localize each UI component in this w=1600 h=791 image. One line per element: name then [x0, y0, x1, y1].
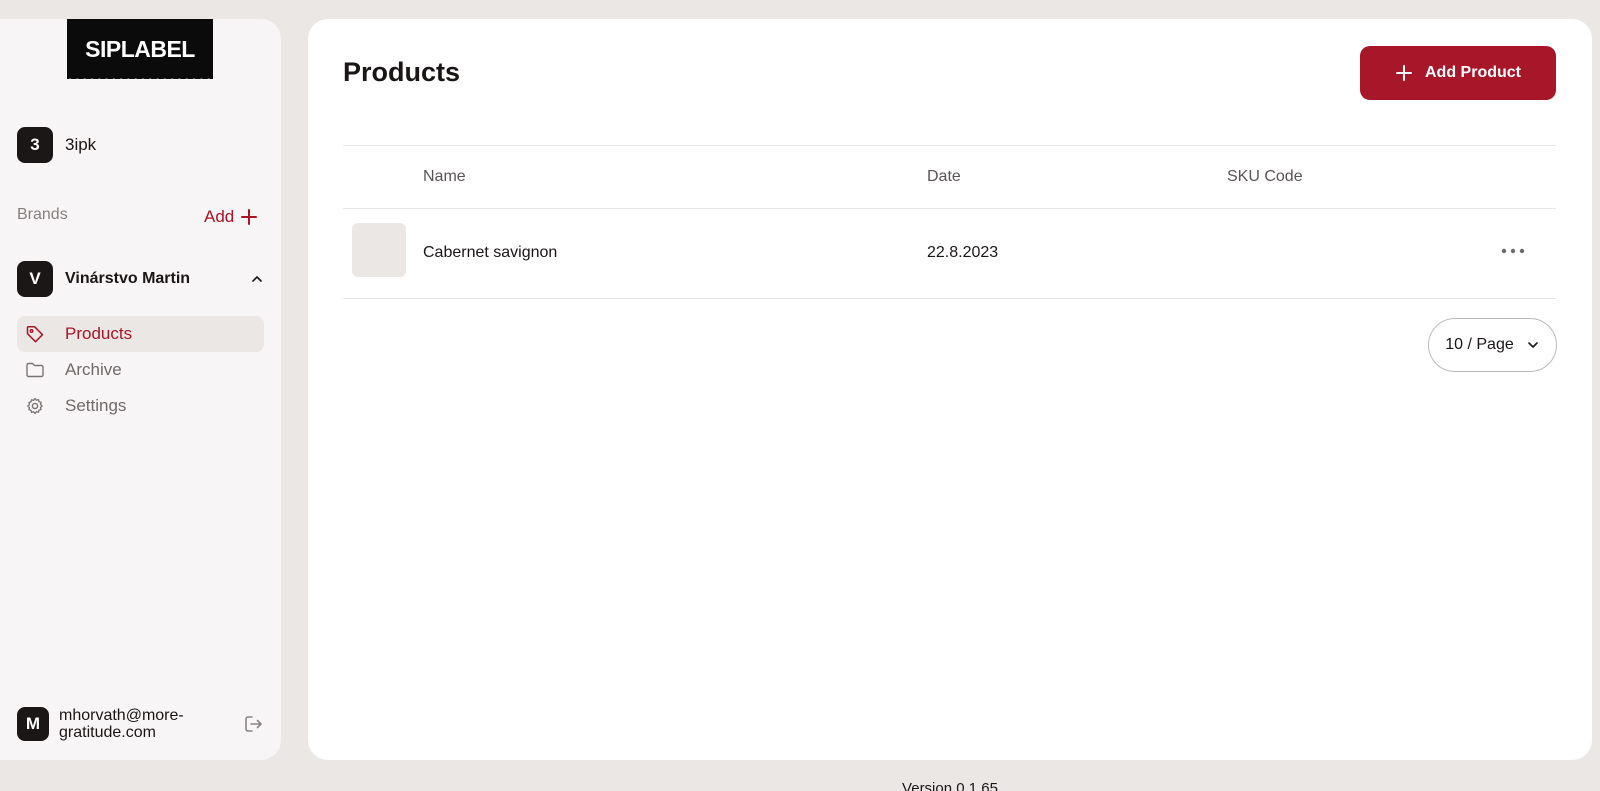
column-header-sku[interactable]: SKU Code — [1227, 168, 1303, 186]
nav-label: Archive — [65, 360, 122, 379]
brand-name: Vinárstvo Martin — [65, 270, 191, 287]
org-avatar: 3 — [17, 127, 53, 163]
add-brand-label: Add — [204, 207, 235, 226]
nav-item-settings[interactable]: Settings — [17, 388, 264, 424]
add-product-button[interactable]: Add Product — [1360, 46, 1556, 100]
plus-icon — [240, 208, 258, 226]
add-product-label: Add Product — [1425, 64, 1521, 81]
add-brand-button[interactable]: Add — [204, 207, 258, 227]
product-name[interactable]: Cabernet savignon — [423, 244, 557, 262]
page-size-label: 10 / Page — [1445, 336, 1514, 353]
folder-icon — [25, 360, 45, 380]
gear-icon — [25, 396, 45, 416]
app-version: Version 0.1.65 — [902, 780, 998, 791]
logout-icon[interactable] — [242, 713, 264, 735]
brands-heading: Brands — [17, 206, 68, 223]
table-row[interactable]: Cabernet savignon 22.8.2023 — [343, 209, 1556, 299]
table-header: Name Date SKU Code — [343, 145, 1556, 209]
brand-nav: Products Archive Settings — [17, 316, 264, 424]
org-name: 3ipk — [65, 135, 97, 154]
nav-label: Settings — [65, 396, 127, 415]
user-avatar: M — [17, 707, 49, 741]
chevron-up-icon[interactable] — [250, 272, 264, 286]
brand-avatar: V — [17, 261, 53, 297]
nav-item-products[interactable]: Products — [17, 316, 264, 352]
column-header-date[interactable]: Date — [927, 168, 961, 186]
chevron-down-icon — [1526, 338, 1540, 352]
user-account: M mhorvath@more-gratitude.com — [17, 707, 264, 741]
organization-switcher[interactable]: 3 3ipk — [17, 127, 96, 163]
column-header-name[interactable]: Name — [423, 168, 466, 186]
logo-ticket-edge — [67, 74, 213, 81]
nav-label: Products — [65, 324, 133, 343]
siplabel-logo[interactable]: SIPLABEL — [67, 19, 213, 79]
product-thumbnail — [352, 223, 406, 277]
nav-item-archive[interactable]: Archive — [17, 352, 264, 388]
page-size-select[interactable]: 10 / Page — [1428, 318, 1557, 372]
products-table: Name Date SKU Code Cabernet savignon 22.… — [343, 145, 1556, 299]
user-email: mhorvath@more-gratitude.com — [59, 707, 184, 741]
tag-icon — [25, 324, 45, 344]
plus-icon — [1395, 64, 1413, 82]
products-panel: Products Add Product Name Date SKU Code … — [308, 19, 1592, 760]
sidebar: SIPLABEL 3 3ipk Brands Add V Vinárstvo M… — [0, 19, 281, 760]
product-date: 22.8.2023 — [927, 244, 999, 261]
more-options-icon[interactable] — [1498, 241, 1528, 261]
brand-item-vinarstvo-martin[interactable]: V Vinárstvo Martin — [17, 261, 264, 297]
page-title: Products — [343, 57, 461, 87]
